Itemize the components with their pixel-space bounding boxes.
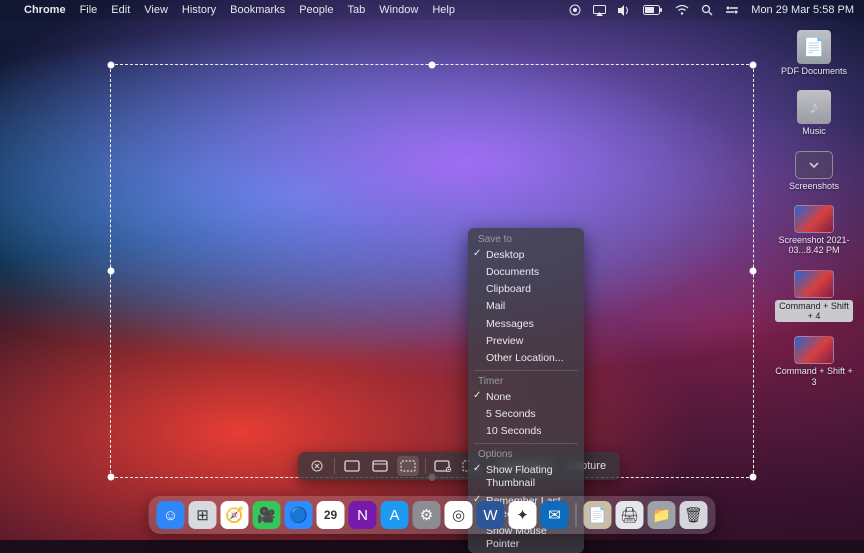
- popover-item[interactable]: 5 Seconds: [468, 406, 584, 423]
- selection-handle-ne[interactable]: [750, 62, 757, 69]
- desktop-label: PDF Documents: [781, 66, 847, 76]
- menu-window[interactable]: Window: [379, 4, 418, 16]
- desktop-screenshot-2[interactable]: Command + Shift + 4: [774, 270, 854, 323]
- dock-app-printer[interactable]: 🖨: [616, 501, 644, 529]
- record-screen-button[interactable]: [432, 456, 454, 476]
- popover-heading: Save to: [468, 232, 584, 247]
- dock-app-slack[interactable]: ✦: [509, 501, 537, 529]
- dropzone-icon: [795, 151, 833, 179]
- popover-item[interactable]: Desktop: [468, 247, 584, 264]
- popover-item[interactable]: 10 Seconds: [468, 423, 584, 440]
- dock-app-chrome[interactable]: ◎: [445, 501, 473, 529]
- desktop-label: Screenshot 2021-03...8.42 PM: [775, 235, 853, 256]
- dock-app-word[interactable]: W: [477, 501, 505, 529]
- dock-app-onenote[interactable]: N: [349, 501, 377, 529]
- popover-item[interactable]: Messages: [468, 316, 584, 333]
- popover-item[interactable]: None: [468, 389, 584, 406]
- dock-app-settings[interactable]: ⚙: [413, 501, 441, 529]
- menubar-clock[interactable]: Mon 29 Mar 5:58 PM: [751, 4, 854, 16]
- dock-separator: [576, 503, 577, 527]
- popover-item[interactable]: Other Location...: [468, 350, 584, 367]
- selection-handle-se[interactable]: [750, 474, 757, 481]
- dock: ☺⊞🧭🎥🔵29NA⚙◎W✦✉ 📄🖨📁🗑: [149, 496, 716, 534]
- menubar: Chrome File Edit View History Bookmarks …: [0, 0, 864, 20]
- menu-people[interactable]: People: [299, 4, 333, 16]
- capture-entire-screen-button[interactable]: [341, 456, 363, 476]
- folder-icon: ♪: [797, 90, 831, 124]
- desktop-label: Music: [802, 126, 826, 136]
- desktop-icons: 📄 PDF Documents ♪ Music Screenshots Scre…: [774, 30, 854, 387]
- selection-handle-sw[interactable]: [108, 474, 115, 481]
- airplay-icon[interactable]: [593, 5, 606, 16]
- popover-item[interactable]: Show Floating Thumbnail: [468, 462, 584, 492]
- popover-item[interactable]: Preview: [468, 333, 584, 350]
- desktop-label: Screenshots: [789, 181, 839, 191]
- popover-heading: Options: [468, 447, 584, 462]
- dock-app-calendar[interactable]: 29: [317, 501, 345, 529]
- dock-app-zoom[interactable]: 🔵: [285, 501, 313, 529]
- dock-app-appstore[interactable]: A: [381, 501, 409, 529]
- selection-handle-n[interactable]: [429, 62, 436, 69]
- dock-app-outlook[interactable]: ✉: [541, 501, 569, 529]
- selection-handle-w[interactable]: [108, 268, 115, 275]
- selection-handle-e[interactable]: [750, 268, 757, 275]
- desktop-screenshot-3[interactable]: Command + Shift + 3: [774, 336, 854, 387]
- menu-view[interactable]: View: [144, 4, 168, 16]
- desktop-folder-music[interactable]: ♪ Music: [774, 90, 854, 136]
- app-menu[interactable]: Chrome: [24, 4, 66, 16]
- screenshot-thumb-icon: [794, 270, 834, 298]
- desktop-label: Command + Shift + 3: [775, 366, 853, 387]
- menu-help[interactable]: Help: [432, 4, 455, 16]
- dock-app-trash[interactable]: 🗑: [680, 501, 708, 529]
- desktop-folder-pdf[interactable]: 📄 PDF Documents: [774, 30, 854, 76]
- wifi-icon[interactable]: [675, 5, 689, 15]
- menu-tab[interactable]: Tab: [347, 4, 365, 16]
- menu-history[interactable]: History: [182, 4, 216, 16]
- dock-app-facetime[interactable]: 🎥: [253, 501, 281, 529]
- folder-icon: 📄: [797, 30, 831, 64]
- volume-icon[interactable]: [618, 5, 631, 16]
- menu-edit[interactable]: Edit: [111, 4, 130, 16]
- dock-app-launchpad[interactable]: ⊞: [189, 501, 217, 529]
- popover-item[interactable]: Documents: [468, 264, 584, 281]
- record-status-icon[interactable]: [569, 4, 581, 16]
- desktop-screenshot-1[interactable]: Screenshot 2021-03...8.42 PM: [774, 205, 854, 256]
- capture-window-button[interactable]: [369, 456, 391, 476]
- spotlight-icon[interactable]: [701, 4, 713, 16]
- toolbar-divider: [334, 458, 335, 474]
- close-button[interactable]: [306, 456, 328, 476]
- dock-app-finder[interactable]: ☺: [157, 501, 185, 529]
- screenshot-thumb-icon: [794, 336, 834, 364]
- selection-handle-nw[interactable]: [108, 62, 115, 69]
- menu-file[interactable]: File: [80, 4, 98, 16]
- dock-app-folder[interactable]: 📁: [648, 501, 676, 529]
- battery-icon[interactable]: [643, 5, 663, 15]
- capture-portion-button[interactable]: [397, 456, 419, 476]
- control-center-icon[interactable]: [725, 5, 739, 15]
- desktop-label: Command + Shift + 4: [775, 300, 853, 323]
- popover-item[interactable]: Mail: [468, 298, 584, 315]
- screenshot-thumb-icon: [794, 205, 834, 233]
- popover-item[interactable]: Clipboard: [468, 281, 584, 298]
- toolbar-divider: [425, 458, 426, 474]
- menu-bookmarks[interactable]: Bookmarks: [230, 4, 285, 16]
- dock-app-safari[interactable]: 🧭: [221, 501, 249, 529]
- dock-app-preview-doc[interactable]: 📄: [584, 501, 612, 529]
- capture-selection[interactable]: [110, 64, 754, 478]
- desktop-dropzone-screenshots[interactable]: Screenshots: [774, 151, 854, 191]
- popover-heading: Timer: [468, 374, 584, 389]
